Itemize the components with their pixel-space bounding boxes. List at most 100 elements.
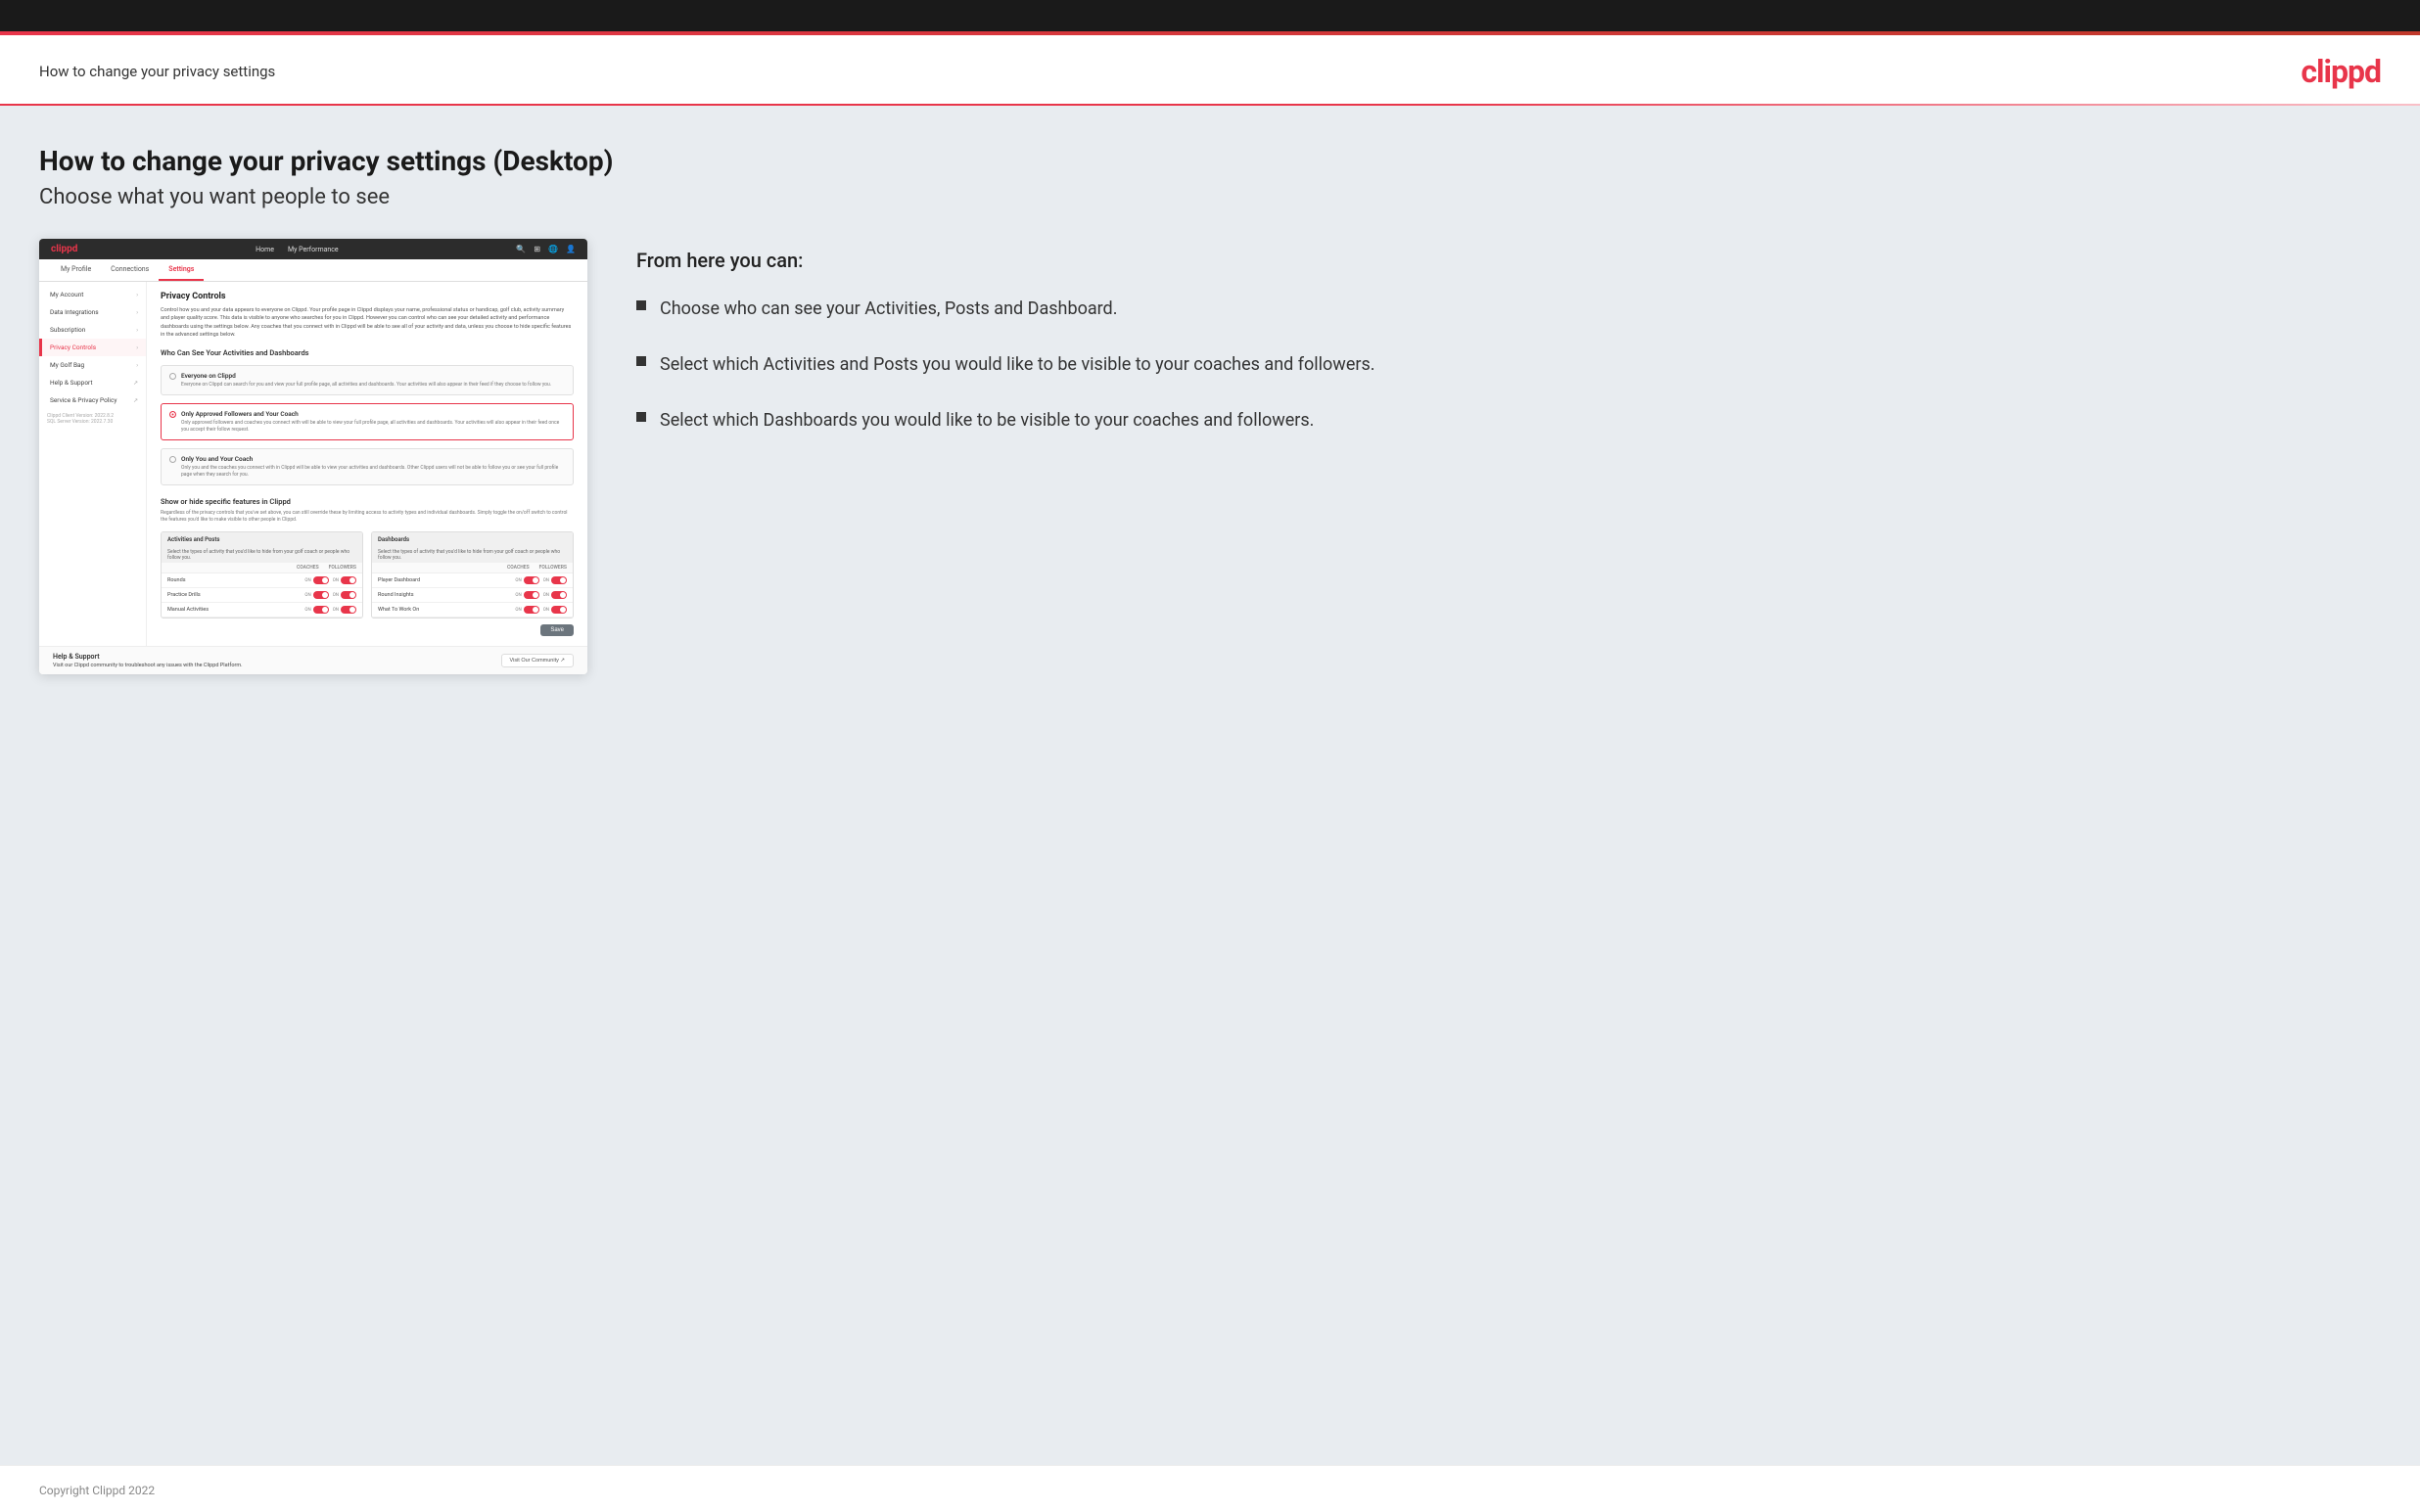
bullet-item-1: Choose who can see your Activities, Post… [636, 296, 2381, 322]
radio-everyone[interactable]: Everyone on Clippd Everyone on Clippd ca… [161, 365, 574, 395]
subnav-settings[interactable]: Settings [159, 259, 204, 281]
bullet-item-2: Select which Activities and Posts you wo… [636, 351, 2381, 378]
player-dashboard-followers-toggle[interactable]: ON [543, 576, 567, 584]
app-subnav: My Profile Connections Settings [39, 259, 587, 282]
chevron-icon: ↗ [133, 397, 138, 404]
what-to-work-on-toggles: ON ON [515, 606, 567, 614]
round-insights-label: Round Insights [378, 592, 414, 598]
rounds-coaches-switch[interactable] [313, 576, 329, 584]
subnav-my-profile[interactable]: My Profile [51, 259, 101, 281]
sidebar-item-service-privacy[interactable]: Service & Privacy Policy ↗ [39, 391, 146, 409]
top-bar [0, 0, 2420, 35]
toggle-row-player-dashboard: Player Dashboard ON ON [372, 573, 573, 588]
sidebar-item-privacy-controls[interactable]: Privacy Controls › [39, 339, 146, 356]
from-here-heading: From here you can: [636, 249, 2381, 272]
nav-link-home[interactable]: Home [256, 246, 274, 253]
player-dashboard-coaches-toggle[interactable]: ON [515, 576, 538, 584]
rounds-followers-switch[interactable] [341, 576, 356, 584]
activities-posts-subtitle: Select the types of activity that you'd … [162, 547, 362, 563]
practice-drills-followers-toggle[interactable]: ON [333, 591, 356, 599]
what-to-work-on-followers-switch[interactable] [551, 606, 567, 614]
radio-only-you-coach[interactable]: Only You and Your Coach Only you and the… [161, 448, 574, 485]
save-button[interactable]: Save [540, 624, 574, 636]
toggle-columns: Activities and Posts Select the types of… [161, 531, 574, 619]
sidebar-item-help-support[interactable]: Help & Support ↗ [39, 374, 146, 391]
radio-followers-coach[interactable]: Only Approved Followers and Your Coach O… [161, 403, 574, 440]
main-content: How to change your privacy settings (Des… [0, 106, 2420, 1465]
app-logo: clippd [51, 244, 77, 254]
toggle-row-round-insights: Round Insights ON ON [372, 588, 573, 603]
player-dashboard-toggles: ON ON [515, 576, 567, 584]
help-description: Visit our Clippd community to troublesho… [53, 663, 243, 668]
manual-activities-followers-switch[interactable] [341, 606, 356, 614]
round-insights-coaches-switch[interactable] [524, 591, 539, 599]
grid-icon[interactable]: ⊞ [534, 245, 540, 253]
show-hide-title: Show or hide specific features in Clippd [161, 497, 574, 506]
rounds-coaches-toggle[interactable]: ON [304, 576, 328, 584]
sidebar-item-my-account[interactable]: My Account › [39, 286, 146, 303]
dashboards-header: Dashboards [372, 532, 573, 547]
round-insights-coaches-toggle[interactable]: ON [515, 591, 538, 599]
page-subheading: Choose what you want people to see [39, 185, 2381, 209]
chevron-icon: ↗ [133, 380, 138, 387]
player-dashboard-coaches-switch[interactable] [524, 576, 539, 584]
toggle-row-practice-drills: Practice Drills ON ON [162, 588, 362, 603]
app-version: Clippd Client Version: 2022.8.2SQL Serve… [39, 409, 146, 429]
practice-drills-label: Practice Drills [167, 592, 201, 598]
header-title: How to change your privacy settings [39, 63, 275, 80]
app-mockup: clippd Home My Performance 🔍 ⊞ 🌐 👤 My Pr… [39, 239, 587, 674]
sidebar-item-subscription[interactable]: Subscription › [39, 321, 146, 339]
practice-drills-coaches-switch[interactable] [313, 591, 329, 599]
activities-posts-header: Activities and Posts [162, 532, 362, 547]
subnav-connections[interactable]: Connections [101, 259, 159, 281]
radio-dot-followers-coach [169, 411, 176, 418]
what-to-work-on-coaches-switch[interactable] [524, 606, 539, 614]
manual-activities-followers-toggle[interactable]: ON [333, 606, 356, 614]
toggle-row-manual-activities: Manual Activities ON ON [162, 603, 362, 618]
rounds-label: Rounds [167, 577, 186, 583]
manual-activities-coaches-switch[interactable] [313, 606, 329, 614]
help-text-block: Help & Support Visit our Clippd communit… [53, 653, 243, 668]
app-sidebar: My Account › Data Integrations › Subscri… [39, 282, 147, 646]
radio-dot-everyone [169, 373, 176, 380]
round-insights-followers-toggle[interactable]: ON [543, 591, 567, 599]
radio-option-followers-content: Only Approved Followers and Your Coach O… [181, 410, 565, 434]
bullet-text-3: Select which Dashboards you would like t… [660, 407, 1314, 434]
panel-description: Control how you and your data appears to… [161, 306, 574, 339]
chevron-icon: › [136, 344, 138, 351]
radio-option-you-coach-content: Only You and Your Coach Only you and the… [181, 455, 565, 479]
visit-community-button[interactable]: Visit Our Community ↗ [501, 654, 574, 667]
manual-activities-coaches-toggle[interactable]: ON [304, 606, 328, 614]
globe-icon[interactable]: 🌐 [548, 245, 558, 253]
dashboards-subheader: COACHES FOLLOWERS [372, 563, 573, 573]
search-icon[interactable]: 🔍 [516, 245, 526, 253]
content-row: clippd Home My Performance 🔍 ⊞ 🌐 👤 My Pr… [39, 239, 2381, 674]
radio-desc-you-coach: Only you and the coaches you connect wit… [181, 465, 565, 479]
avatar-icon[interactable]: 👤 [566, 245, 576, 253]
sidebar-item-my-golf-bag[interactable]: My Golf Bag › [39, 356, 146, 374]
page-heading: How to change your privacy settings (Des… [39, 145, 2381, 177]
player-dashboard-followers-switch[interactable] [551, 576, 567, 584]
rounds-toggles: ON ON [304, 576, 356, 584]
round-insights-followers-switch[interactable] [551, 591, 567, 599]
practice-drills-coaches-toggle[interactable]: ON [304, 591, 328, 599]
chevron-icon: › [136, 292, 138, 298]
chevron-icon: › [136, 362, 138, 369]
dashboards-subtitle: Select the types of activity that you'd … [372, 547, 573, 563]
coaches-label: COACHES [297, 565, 319, 571]
what-to-work-on-followers-toggle[interactable]: ON [543, 606, 567, 614]
practice-drills-followers-switch[interactable] [341, 591, 356, 599]
app-nav-icons: 🔍 ⊞ 🌐 👤 [516, 245, 576, 253]
panel-title: Privacy Controls [161, 292, 574, 301]
what-to-work-on-coaches-toggle[interactable]: ON [515, 606, 538, 614]
chevron-icon: › [136, 309, 138, 316]
sidebar-item-data-integrations[interactable]: Data Integrations › [39, 303, 146, 321]
player-dashboard-label: Player Dashboard [378, 577, 420, 583]
header: How to change your privacy settings clip… [0, 35, 2420, 104]
bullet-panel: From here you can: Choose who can see yo… [636, 239, 2381, 463]
logo: clippd [2301, 53, 2381, 90]
round-insights-toggles: ON ON [515, 591, 567, 599]
bullet-text-1: Choose who can see your Activities, Post… [660, 296, 1117, 322]
nav-link-performance[interactable]: My Performance [288, 246, 339, 253]
rounds-followers-toggle[interactable]: ON [333, 576, 356, 584]
